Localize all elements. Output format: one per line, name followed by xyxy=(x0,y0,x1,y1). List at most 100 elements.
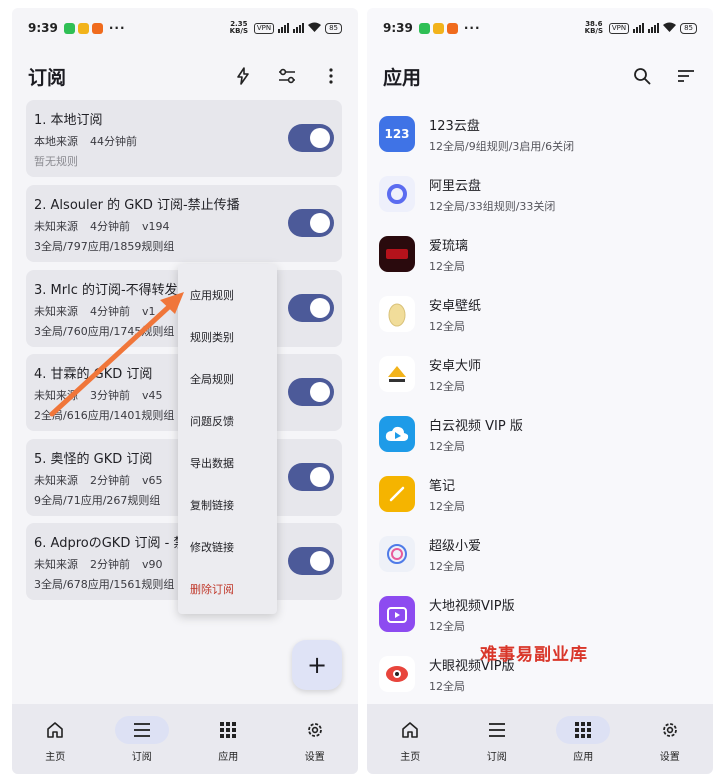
subscription-toggle[interactable] xyxy=(288,547,334,575)
wifi-icon xyxy=(663,21,677,35)
nav-label: 订阅 xyxy=(131,751,152,763)
menu-item-feedback[interactable]: 问题反馈 xyxy=(178,400,277,442)
app-rules-summary: 12全局 xyxy=(429,679,465,693)
subscription-card[interactable]: 1. 本地订阅 本地来源 44分钟前 暂无规则 xyxy=(26,100,342,177)
menu-item-rule-categories[interactable]: 规则类别 xyxy=(178,316,277,358)
search-icon[interactable] xyxy=(631,65,653,87)
page-title: 订阅 xyxy=(28,66,67,89)
sort-icon[interactable] xyxy=(675,65,697,87)
wifi-icon xyxy=(308,21,322,35)
notification-icon xyxy=(91,22,103,34)
xiaoai-icon xyxy=(379,536,415,572)
status-bar: 9:39 ··· 2.35 KB/S VPN 85 xyxy=(12,8,358,48)
app-rules-summary: 12全局 xyxy=(429,499,465,513)
nav-settings[interactable]: 设置 xyxy=(627,704,714,774)
more-notifications-icon: ··· xyxy=(108,21,126,35)
nav-settings[interactable]: 设置 xyxy=(272,704,359,774)
top-app-bar: 订阅 xyxy=(12,52,358,100)
subscription-title: 1. 本地订阅 xyxy=(34,113,103,128)
app-list-item[interactable]: 超级小爱 12全局 xyxy=(379,524,699,584)
app-rules-summary: 12全局 xyxy=(429,379,465,393)
nav-label: 订阅 xyxy=(486,751,507,763)
app-name: 安卓大师 xyxy=(429,358,482,374)
menu-item-copy-link[interactable]: 复制链接 xyxy=(178,484,277,526)
nav-home[interactable]: 主页 xyxy=(367,704,454,774)
notification-icon xyxy=(77,22,89,34)
subscription-toggle[interactable] xyxy=(288,209,334,237)
menu-item-global-rules[interactable]: 全局规则 xyxy=(178,358,277,400)
filter-settings-icon[interactable] xyxy=(276,65,298,87)
nav-apps[interactable]: 应用 xyxy=(185,704,272,774)
nav-subscriptions[interactable]: 订阅 xyxy=(99,704,186,774)
app-name: 大地视频VIP版 xyxy=(429,598,515,614)
add-subscription-button[interactable]: + xyxy=(292,640,342,690)
vpn-badge: VPN xyxy=(253,22,275,34)
battery-indicator: 85 xyxy=(680,22,697,34)
menu-item-export-data[interactable]: 导出数据 xyxy=(178,442,277,484)
nav-label: 设置 xyxy=(659,751,680,763)
app-rules-summary: 12全局 xyxy=(429,259,465,273)
list-icon xyxy=(133,722,150,737)
page-title: 应用 xyxy=(383,66,422,89)
grid-icon xyxy=(220,721,237,738)
app-list-item[interactable]: 123 123云盘 12全局/9组规则/3启用/6关闭 xyxy=(379,104,699,164)
subscription-time: 4分钟前 xyxy=(90,220,130,233)
subscription-toggle[interactable] xyxy=(288,294,334,322)
bottom-navigation: 主页 订阅 应用 设置 xyxy=(367,704,713,774)
123-cloud-icon: 123 xyxy=(379,116,415,152)
app-list-item[interactable]: 阿里云盘 12全局/33组规则/33关闭 xyxy=(379,164,699,224)
signal-icon xyxy=(293,23,305,33)
subscription-version: v65 xyxy=(142,474,163,487)
menu-item-delete-subscription[interactable]: 删除订阅 xyxy=(178,568,277,610)
subscription-card[interactable]: 2. Alsouler 的 GKD 订阅-禁止传播 未知来源 4分钟前 v194 3… xyxy=(26,185,342,262)
subscription-version: v194 xyxy=(142,220,170,233)
nav-label: 应用 xyxy=(573,751,594,763)
subscription-time: 3分钟前 xyxy=(90,389,130,402)
flash-off-icon[interactable] xyxy=(232,65,254,87)
subscription-time: 2分钟前 xyxy=(90,474,130,487)
app-list-item[interactable]: 白云视频 VIP 版 12全局 xyxy=(379,404,699,464)
dadi-video-icon xyxy=(379,596,415,632)
app-name: 123云盘 xyxy=(429,118,480,134)
subscription-toggle[interactable] xyxy=(288,124,334,152)
subscription-stats: 3全局/797应用/1859规则组 xyxy=(34,240,175,253)
app-rules-summary: 12全局/9组规则/3启用/6关闭 xyxy=(429,139,575,153)
app-name: 超级小爱 xyxy=(429,538,482,554)
top-app-bar: 应用 xyxy=(367,52,713,100)
nav-label: 主页 xyxy=(45,751,66,763)
vpn-badge: VPN xyxy=(608,22,630,34)
app-list-item[interactable]: 安卓壁纸 12全局 xyxy=(379,284,699,344)
subscription-toggle[interactable] xyxy=(288,378,334,406)
app-name: 笔记 xyxy=(429,478,456,494)
subscription-source: 未知来源 xyxy=(34,389,78,402)
app-list-item[interactable]: 爱琉璃 12全局 xyxy=(379,224,699,284)
subscription-version: v1 xyxy=(142,305,156,318)
wechat-notification-icon xyxy=(63,22,75,34)
nav-label: 应用 xyxy=(218,751,239,763)
more-vert-icon[interactable] xyxy=(320,65,342,87)
app-list-item[interactable]: 笔记 12全局 xyxy=(379,464,699,524)
subscription-time: 2分钟前 xyxy=(90,558,130,571)
app-name: 安卓壁纸 xyxy=(429,298,482,314)
android-master-icon xyxy=(379,356,415,392)
menu-item-app-rules[interactable]: 应用规则 xyxy=(178,274,277,316)
more-notifications-icon: ··· xyxy=(463,21,481,35)
settings-icon xyxy=(662,722,677,737)
nav-apps[interactable]: 应用 xyxy=(540,704,627,774)
app-rules-summary: 12全局/33组规则/33关闭 xyxy=(429,199,556,213)
subscription-source: 未知来源 xyxy=(34,474,78,487)
subscription-stats: 暂无规则 xyxy=(34,155,78,168)
notification-icon xyxy=(432,22,444,34)
status-time: 9:39 xyxy=(28,21,58,35)
network-speed: 2.35 KB/S xyxy=(229,20,248,35)
menu-item-edit-link[interactable]: 修改链接 xyxy=(178,526,277,568)
subscription-toggle[interactable] xyxy=(288,463,334,491)
subscription-time: 4分钟前 xyxy=(90,305,130,318)
nav-home[interactable]: 主页 xyxy=(12,704,99,774)
signal-icon xyxy=(633,23,645,33)
nav-subscriptions[interactable]: 订阅 xyxy=(454,704,541,774)
grid-icon xyxy=(575,721,592,738)
app-name: 爱琉璃 xyxy=(429,238,469,254)
app-list-item[interactable]: 安卓大师 12全局 xyxy=(379,344,699,404)
app-list-item[interactable]: 大地视频VIP版 12全局 xyxy=(379,584,699,644)
